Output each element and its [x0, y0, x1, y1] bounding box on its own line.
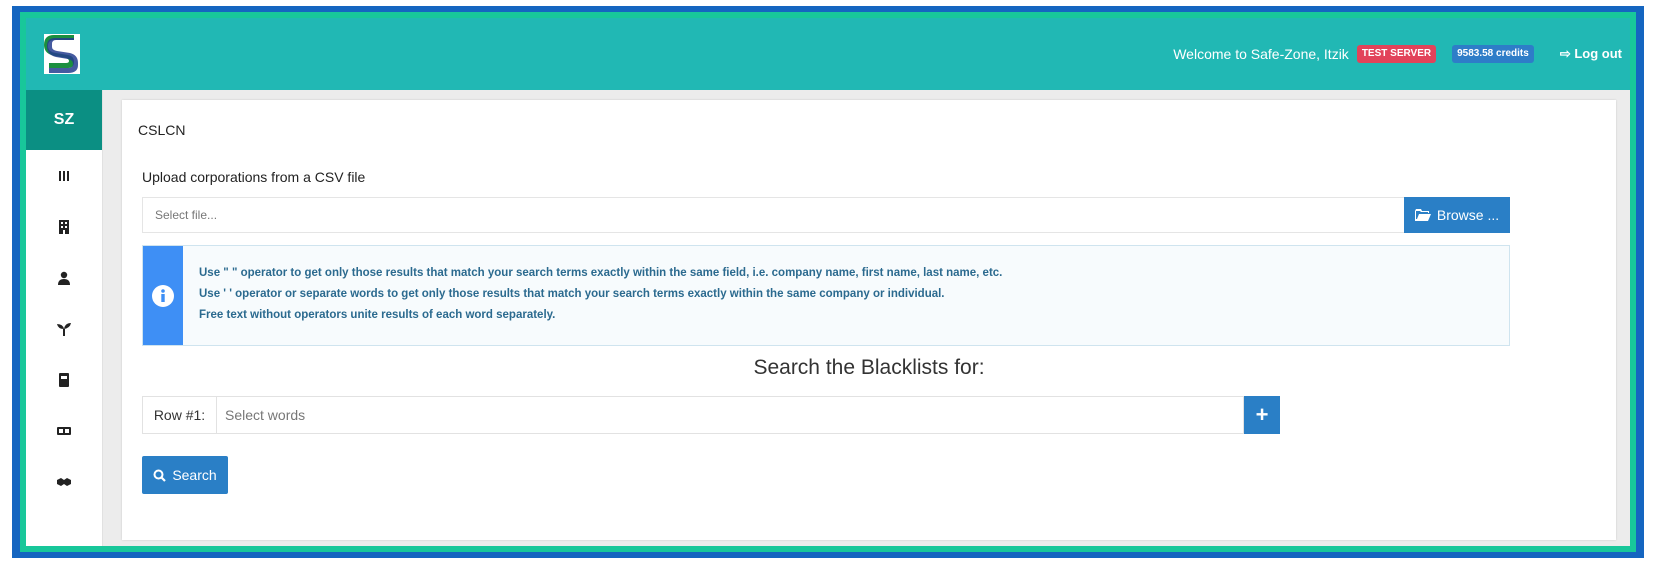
top-navbar: Welcome to Safe-Zone, Itzik TEST SERVER … [26, 18, 1630, 90]
info-text: Use " " operator to get only those resul… [199, 263, 1002, 326]
building-icon [59, 219, 69, 234]
main-panel: CSLCN Upload corporations from a CSV fil… [122, 100, 1616, 540]
search-row-1: Row #1: Select words + [142, 396, 1280, 434]
words-input[interactable]: Select words [216, 396, 1244, 434]
sidebar-item-building[interactable] [26, 201, 102, 252]
welcome-text: Welcome to Safe-Zone, Itzik [1173, 46, 1349, 62]
app-window: Welcome to Safe-Zone, Itzik TEST SERVER … [26, 18, 1630, 546]
info-line-exact-field: Use " " operator to get only those resul… [199, 267, 1003, 279]
info-bar [143, 246, 183, 345]
screenshot-outer-frame: Welcome to Safe-Zone, Itzik TEST SERVER … [12, 6, 1644, 558]
row-label: Row #1: [142, 396, 216, 434]
user-icon [58, 271, 70, 285]
sidebar-item-id-card[interactable] [26, 405, 102, 456]
file-upload-group: Select file... Browse ... [142, 197, 1510, 233]
id-card-icon [57, 426, 71, 435]
book-icon [59, 372, 69, 387]
sign-out-icon: ⇨ [1559, 46, 1571, 61]
info-callout: Use " " operator to get only those resul… [142, 245, 1510, 346]
upload-label: Upload corporations from a CSV file [142, 169, 366, 185]
search-icon [153, 469, 167, 482]
logout-link[interactable]: ⇨ Log out [1560, 46, 1622, 62]
info-icon [152, 284, 174, 307]
columns-icon [59, 170, 69, 181]
handshake-icon [57, 477, 71, 486]
screenshot-inner-frame: Welcome to Safe-Zone, Itzik TEST SERVER … [20, 12, 1636, 552]
test-server-badge: TEST SERVER [1356, 45, 1437, 63]
credits-badge: 9583.58 credits [1452, 45, 1534, 63]
page-title: CSLCN [138, 122, 186, 138]
folder-open-icon [1414, 208, 1431, 221]
search-heading: Search the Blacklists for: [753, 356, 985, 379]
logout-label: Log out [1574, 46, 1622, 61]
browse-label: Browse ... [1436, 207, 1500, 223]
sidebar-item-columns[interactable] [26, 150, 102, 201]
sidebar-item-seedling[interactable] [26, 303, 102, 354]
sidebar-item-book[interactable] [26, 354, 102, 405]
sidebar-item-handshake[interactable] [26, 456, 102, 507]
sidebar-brand[interactable]: SZ [26, 90, 102, 150]
info-line-exact-entity: Use ' ' operator or separate words to ge… [199, 288, 945, 300]
file-select-input[interactable]: Select file... [142, 197, 1404, 233]
sidebar-item-user[interactable] [26, 252, 102, 303]
seedling-icon [57, 322, 71, 336]
safe-zone-logo[interactable] [44, 34, 80, 74]
sidebar: SZ [26, 90, 103, 546]
search-button[interactable]: Search [142, 456, 228, 494]
search-label: Search [172, 467, 217, 483]
browse-button[interactable]: Browse ... [1404, 197, 1510, 233]
info-line-free-text: Free text without operators unite result… [199, 309, 556, 321]
add-row-button[interactable]: + [1244, 396, 1280, 434]
